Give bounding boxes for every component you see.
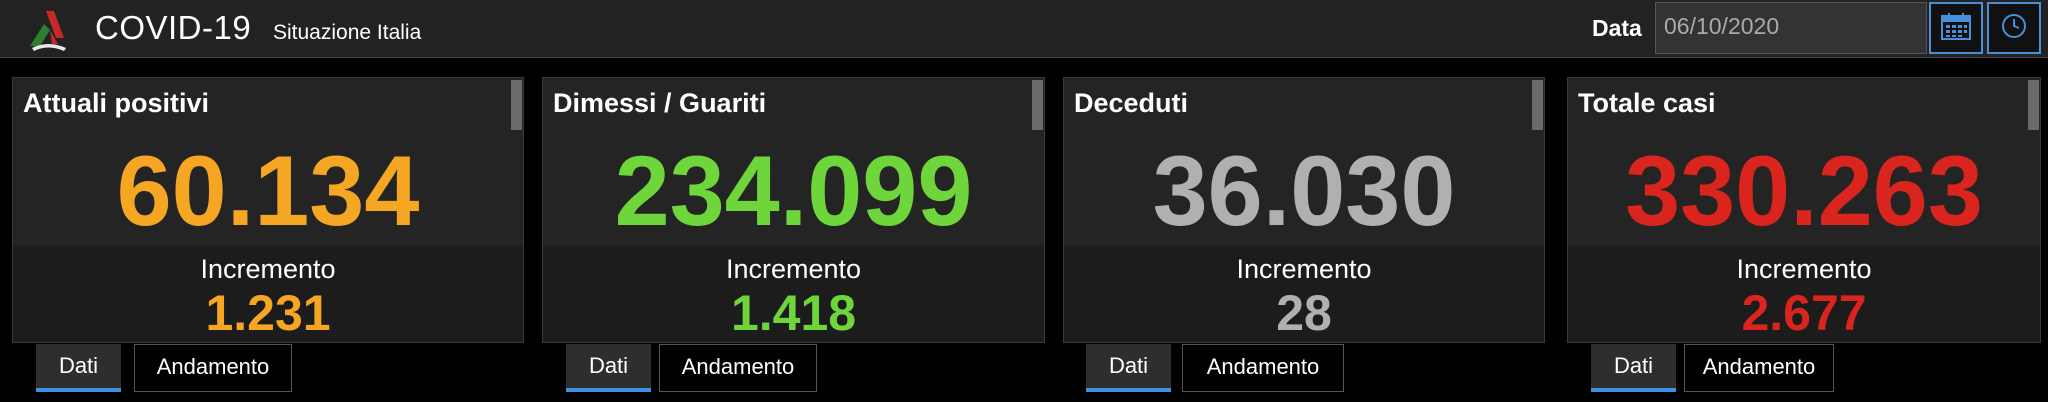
increment-label: Incremento	[1736, 254, 1872, 284]
increment-value: 1.231	[205, 285, 331, 341]
card-title: Dimessi / Guariti	[553, 88, 767, 118]
card-title: Attuali positivi	[23, 88, 210, 118]
app-title: COVID-19	[95, 9, 252, 46]
increment-value: 1.418	[730, 285, 857, 341]
scrollbar-thumb[interactable]	[511, 80, 522, 130]
total-value: 36.030	[1152, 135, 1456, 246]
clock-icon	[2000, 12, 2028, 45]
tab-dati[interactable]: Dati	[566, 344, 651, 392]
total-value: 234.099	[614, 135, 973, 246]
scrollbar-thumb[interactable]	[1532, 80, 1543, 130]
increment-panel: Incremento 1.231	[13, 246, 523, 342]
total-value: 60.134	[116, 135, 420, 246]
increment-value: 28	[1276, 285, 1332, 341]
calendar-icon	[1941, 12, 1971, 45]
card-totale-casi: Totale casi 330.263 Incremento 2.677	[1567, 77, 2041, 343]
increment-panel: Incremento 28	[1064, 246, 1544, 342]
total-value: 330.263	[1625, 135, 1983, 246]
italy-emblem-icon	[24, 8, 72, 52]
tab-dati[interactable]: Dati	[1086, 344, 1171, 392]
increment-label: Incremento	[725, 254, 862, 284]
card-title: Deceduti	[1074, 88, 1189, 118]
card-dimessi-guariti: Dimessi / Guariti 234.099 Incremento 1.4…	[542, 77, 1045, 343]
app-subtitle: Situazione Italia	[273, 21, 422, 44]
card-attuali-positivi: Attuali positivi 60.134 Incremento 1.231	[12, 77, 524, 343]
tab-dati[interactable]: Dati	[36, 344, 121, 392]
increment-value: 2.677	[1741, 285, 1867, 341]
tab-andamento[interactable]: Andamento	[659, 344, 817, 392]
increment-label: Incremento	[200, 254, 336, 284]
increment-panel: Incremento 2.677	[1568, 246, 2040, 342]
top-bar: COVID-19 Situazione Italia Data 06/10/20…	[0, 0, 2048, 58]
tab-andamento[interactable]: Andamento	[134, 344, 292, 392]
calendar-button[interactable]	[1929, 2, 1983, 54]
tab-andamento[interactable]: Andamento	[1684, 344, 1834, 392]
date-label: Data	[1592, 15, 1642, 41]
time-button[interactable]	[1987, 2, 2041, 54]
increment-label: Incremento	[1236, 254, 1372, 284]
card-title: Totale casi	[1578, 88, 1716, 118]
scrollbar-thumb[interactable]	[2028, 80, 2039, 130]
card-deceduti: Deceduti 36.030 Incremento 28	[1063, 77, 1545, 343]
increment-panel: Incremento 1.418	[543, 246, 1044, 342]
tab-andamento[interactable]: Andamento	[1182, 344, 1344, 392]
scrollbar-thumb[interactable]	[1032, 80, 1043, 130]
date-input[interactable]: 06/10/2020	[1655, 2, 1927, 54]
tab-dati[interactable]: Dati	[1591, 344, 1676, 392]
